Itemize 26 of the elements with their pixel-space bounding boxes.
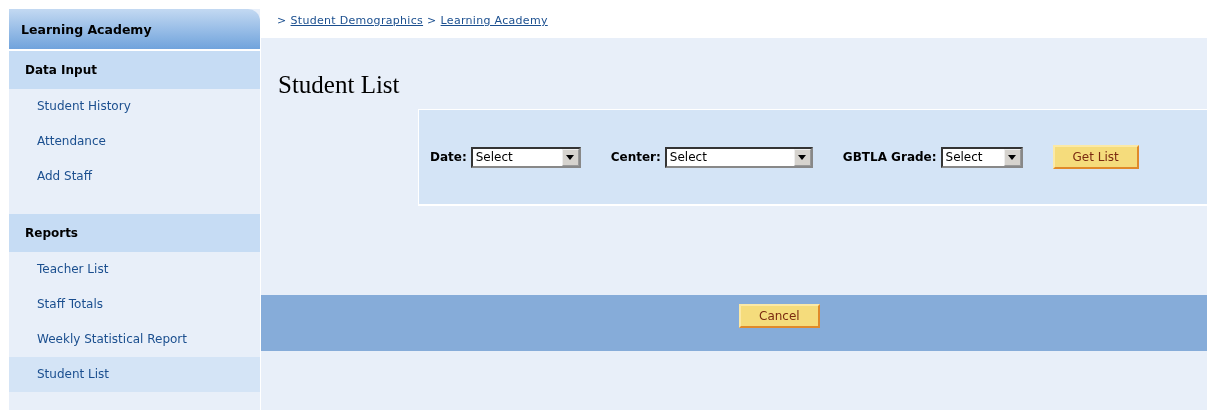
sidebar-item[interactable]: Attendance xyxy=(9,124,260,159)
select-dropdown[interactable]: Select xyxy=(940,146,1023,168)
section-heading: Data Input xyxy=(9,51,260,89)
breadcrumb-separator: > xyxy=(277,14,287,29)
sidebar-item[interactable]: Weekly Statistical Report xyxy=(9,322,260,357)
sidebar-item[interactable]: Add Staff xyxy=(9,159,260,194)
sidebar-item[interactable]: Staff Totals xyxy=(9,287,260,322)
sidebar-item[interactable]: Student History xyxy=(9,89,260,124)
dropdown-arrow-icon xyxy=(566,154,575,160)
breadcrumb-separator: > xyxy=(427,14,437,29)
cancel-button[interactable]: Cancel xyxy=(739,304,820,328)
sidebar-header: Learning Academy xyxy=(9,9,260,51)
breadcrumb-link[interactable]: Learning Academy xyxy=(440,14,548,38)
filter-label: Center: xyxy=(610,150,661,164)
page-title: Student List xyxy=(278,71,401,99)
dropdown-arrow-icon xyxy=(1008,154,1016,160)
sidebar-item[interactable]: Student List xyxy=(9,357,260,392)
filter-label: Date: xyxy=(430,150,467,164)
filter-label: GBTLA Grade: xyxy=(842,150,937,164)
select-dropdown[interactable]: Select xyxy=(664,146,813,168)
sidebar-item[interactable]: Teacher List xyxy=(9,252,260,287)
section-heading: Reports xyxy=(9,214,260,252)
select-dropdown[interactable]: Select xyxy=(470,146,581,168)
breadcrumb-link[interactable]: Student Demographics xyxy=(290,14,424,38)
dropdown-arrow-icon xyxy=(798,154,807,160)
get-list-button[interactable]: Get List xyxy=(1052,145,1139,169)
